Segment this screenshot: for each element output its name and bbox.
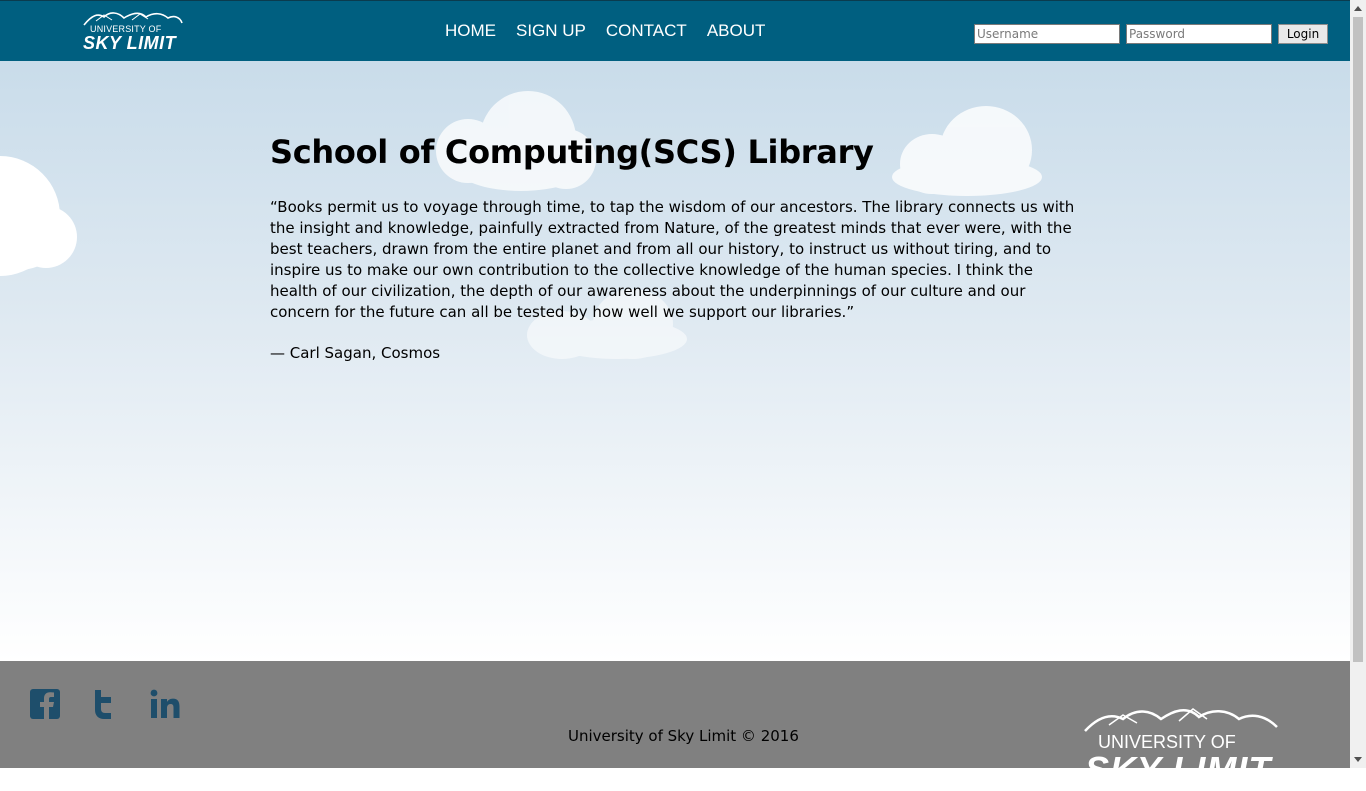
username-input[interactable] bbox=[974, 24, 1120, 44]
logo-line2: SKY LIMIT bbox=[83, 33, 177, 53]
university-logo[interactable]: UNIVERSITY OF SKY LIMIT bbox=[82, 9, 186, 55]
quote-author: — Carl Sagan, Cosmos bbox=[270, 344, 441, 362]
nav-home[interactable]: HOME bbox=[445, 21, 496, 41]
copyright-text: University of Sky Limit © 2016 bbox=[568, 727, 799, 745]
twitter-icon[interactable] bbox=[89, 688, 121, 720]
mountains-icon bbox=[1084, 708, 1278, 732]
page-title: School of Computing(SCS) Library bbox=[270, 133, 874, 171]
main-content: School of Computing(SCS) Library “Books … bbox=[0, 61, 1350, 661]
footer-logo-line2: SKY LIMIT bbox=[1085, 749, 1272, 790]
cloud-left bbox=[0, 156, 80, 276]
scroll-up-icon[interactable] bbox=[1354, 6, 1362, 11]
main-nav: HOME SIGN UP CONTACT ABOUT bbox=[445, 21, 785, 41]
quote-text: “Books permit us to voyage through time,… bbox=[270, 198, 1075, 321]
vertical-scrollbar[interactable] bbox=[1350, 0, 1366, 768]
footer-university-logo: UNIVERSITY OF SKY LIMIT bbox=[1083, 703, 1283, 790]
library-intro: School of Computing(SCS) Library “Books … bbox=[270, 131, 1080, 364]
site-header: UNIVERSITY OF SKY LIMIT HOME SIGN UP CON… bbox=[0, 0, 1350, 61]
password-input[interactable] bbox=[1126, 24, 1272, 44]
linkedin-icon[interactable] bbox=[149, 688, 181, 720]
nav-sign-up[interactable]: SIGN UP bbox=[516, 21, 586, 41]
scroll-down-icon[interactable] bbox=[1354, 757, 1362, 762]
nav-contact[interactable]: CONTACT bbox=[606, 21, 687, 41]
login-button[interactable]: Login bbox=[1278, 24, 1328, 44]
facebook-icon[interactable] bbox=[29, 688, 61, 720]
nav-about[interactable]: ABOUT bbox=[707, 21, 766, 41]
scrollbar-thumb[interactable] bbox=[1353, 17, 1363, 662]
site-footer: University of Sky Limit © 2016 UNIVERSIT… bbox=[0, 661, 1350, 790]
